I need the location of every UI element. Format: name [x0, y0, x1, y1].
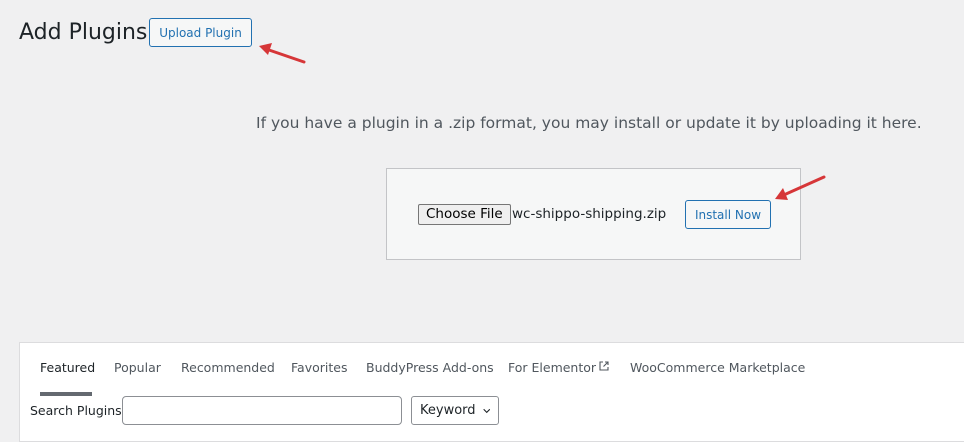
page-title: Add Plugins	[19, 20, 148, 45]
search-type-value: Keyword	[420, 403, 476, 418]
current-tab-indicator	[40, 392, 92, 396]
upload-description: If you have a plugin in a .zip format, y…	[256, 114, 922, 132]
search-plugins-input[interactable]	[122, 396, 402, 425]
upload-plugin-button[interactable]: Upload Plugin	[149, 18, 252, 47]
chevron-down-icon	[482, 408, 490, 413]
tab-popular[interactable]: Popular	[114, 360, 161, 375]
tab-buddypress-add-ons[interactable]: BuddyPress Add-ons	[366, 360, 494, 375]
upload-form: Choose File wc-shippo-shipping.zip Insta…	[386, 168, 801, 260]
plugin-filter-panel: Featured Popular Recommended Favorites B…	[19, 342, 964, 442]
tab-featured[interactable]: Featured	[40, 360, 95, 375]
tab-for-elementor-label: For Elementor	[508, 360, 597, 375]
search-plugins-label: Search Plugins	[30, 403, 122, 418]
install-now-button[interactable]: Install Now	[685, 200, 771, 229]
red-arrow-annotation-upload	[259, 43, 306, 64]
tab-favorites[interactable]: Favorites	[291, 360, 347, 375]
tab-for-elementor[interactable]: For Elementor	[508, 360, 609, 375]
search-type-select[interactable]: Keyword	[411, 396, 499, 425]
selected-file-name: wc-shippo-shipping.zip	[512, 206, 667, 222]
choose-file-button[interactable]: Choose File	[418, 204, 511, 225]
tab-woocommerce-marketplace[interactable]: WooCommerce Marketplace	[630, 360, 805, 375]
external-link-icon	[599, 361, 609, 371]
tab-recommended[interactable]: Recommended	[181, 360, 275, 375]
red-arrow-annotation-install	[775, 175, 826, 200]
